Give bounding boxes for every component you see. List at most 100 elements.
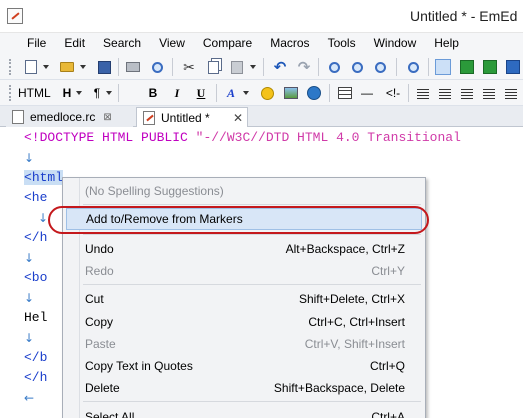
doctype-string: "-//W3C//DTD HTML 4.0 Transitional	[195, 130, 461, 145]
macro-window-button[interactable]	[504, 58, 522, 76]
align-right-button[interactable]	[458, 84, 476, 102]
menu-separator	[83, 204, 421, 205]
table-button[interactable]	[336, 84, 354, 102]
menu-item-add-remove-markers[interactable]: Add to/Remove from Markers	[66, 208, 422, 230]
image-button[interactable]	[282, 84, 300, 102]
comment-button[interactable]: <!-	[380, 84, 406, 102]
toolbar-separator	[172, 58, 173, 76]
toolbar-separator	[396, 58, 397, 76]
html-menu-button[interactable]: HTML	[18, 84, 51, 102]
menu-item-label: Undo	[85, 242, 114, 256]
print-preview-button[interactable]	[148, 58, 166, 76]
tab-pin-icon[interactable]: ⊠	[103, 112, 111, 123]
menu-tools[interactable]: Tools	[319, 33, 365, 54]
selected-word[interactable]: html	[31, 170, 64, 185]
open-dropdown-arrow-icon[interactable]	[80, 65, 86, 69]
paste-button[interactable]	[228, 58, 246, 76]
editor-gutter	[0, 127, 14, 418]
eof-mark: ←	[24, 391, 35, 405]
heading-dropdown-arrow-icon[interactable]	[76, 91, 82, 95]
menu-file[interactable]: File	[18, 33, 55, 54]
menu-search[interactable]: Search	[94, 33, 150, 54]
menu-item-undo[interactable]: Undo Alt+Backspace, Ctrl+Z	[66, 238, 422, 260]
menu-separator	[83, 401, 421, 402]
align-center-button[interactable]	[436, 84, 454, 102]
find-next-button[interactable]	[348, 58, 366, 76]
replace-button[interactable]	[371, 58, 389, 76]
cut-button[interactable]: ✂	[180, 58, 198, 76]
toolbar-grip[interactable]	[9, 85, 12, 101]
menu-item-copy-text-in-quotes[interactable]: Copy Text in Quotes Ctrl+Q	[66, 355, 422, 377]
font-button[interactable]: A	[222, 84, 240, 102]
newline-mark: ↓	[38, 211, 49, 225]
font-dropdown-arrow-icon[interactable]	[243, 91, 249, 95]
view-mode-icon	[435, 59, 451, 75]
print-button[interactable]	[124, 58, 142, 76]
menu-item-label: Add to/Remove from Markers	[86, 212, 243, 226]
tab-emedloce-rc[interactable]: emedloce.rc ⊠	[6, 107, 133, 127]
find-button[interactable]	[325, 58, 343, 76]
save-button[interactable]	[95, 58, 113, 76]
copy-button[interactable]	[204, 58, 222, 76]
menu-item-shortcut: Ctrl+A	[371, 410, 405, 418]
bold-button[interactable]: B	[144, 84, 162, 102]
menu-item-shortcut: Alt+Backspace, Ctrl+Z	[285, 242, 405, 256]
menu-help[interactable]: Help	[425, 33, 468, 54]
editor-line-fragment: <he	[24, 190, 48, 205]
justify-button[interactable]	[480, 84, 498, 102]
replace-icon	[374, 61, 386, 73]
paragraph-dropdown-arrow-icon[interactable]	[106, 91, 112, 95]
tab-untitled[interactable]: Untitled * ✕	[136, 107, 248, 128]
macro-run-icon	[460, 60, 474, 74]
toolbar-separator	[263, 58, 264, 76]
underline-button[interactable]: U	[192, 84, 210, 102]
macro-run-button[interactable]	[458, 58, 476, 76]
menu-edit[interactable]: Edit	[55, 33, 94, 54]
menu-compare[interactable]: Compare	[194, 33, 261, 54]
menu-window[interactable]: Window	[365, 33, 426, 54]
macro-window-icon	[506, 60, 520, 74]
menu-item-label: Copy Text in Quotes	[85, 359, 193, 373]
find-in-files-button[interactable]	[404, 58, 422, 76]
undo-button[interactable]: ↶	[271, 58, 289, 76]
edited-document-icon	[143, 110, 155, 125]
menu-item-copy[interactable]: Copy Ctrl+C, Ctrl+Insert	[66, 311, 422, 333]
menu-item-select-all[interactable]: Select All Ctrl+A	[66, 406, 422, 418]
image-icon	[284, 87, 298, 99]
menu-item-delete[interactable]: Delete Shift+Backspace, Delete	[66, 377, 422, 399]
menu-item-shortcut: Ctrl+V, Shift+Insert	[304, 337, 405, 351]
horizontal-rule-button[interactable]: —	[358, 84, 376, 102]
menu-item-cut[interactable]: Cut Shift+Delete, Ctrl+X	[66, 288, 422, 310]
document-icon	[12, 110, 24, 124]
open-button[interactable]	[58, 58, 76, 76]
menu-item-label: Paste	[85, 337, 116, 351]
emoji-button[interactable]	[258, 84, 276, 102]
new-document-icon	[25, 60, 37, 74]
view-mode-button[interactable]	[434, 58, 452, 76]
italic-button[interactable]: I	[168, 84, 186, 102]
menu-view[interactable]: View	[150, 33, 194, 54]
menu-item-label: Copy	[85, 315, 114, 329]
menu-item-shortcut: Ctrl+C, Ctrl+Insert	[308, 315, 405, 329]
paste-dropdown-arrow-icon[interactable]	[250, 65, 256, 69]
new-dropdown-arrow-icon[interactable]	[43, 65, 49, 69]
editor-line-fragment: </h	[24, 230, 48, 245]
heading-button[interactable]: H	[58, 84, 76, 102]
app-icon[interactable]	[7, 8, 23, 24]
toolbar-separator	[329, 84, 330, 102]
editor-line-fragment: </b	[24, 350, 48, 365]
macro-record-button[interactable]	[481, 58, 499, 76]
link-button[interactable]	[305, 84, 323, 102]
menu-item-shortcut: Shift+Backspace, Delete	[273, 381, 405, 395]
list-button[interactable]	[502, 84, 520, 102]
editor-line-fragment: <bo	[24, 270, 48, 285]
close-icon[interactable]: ✕	[233, 111, 243, 125]
new-file-button[interactable]	[22, 58, 40, 76]
align-left-button[interactable]	[414, 84, 432, 102]
toolbar-grip[interactable]	[9, 59, 12, 75]
redo-button[interactable]: ↷	[295, 58, 313, 76]
align-center-icon	[439, 87, 451, 99]
tag-bracket: <	[24, 170, 32, 185]
menu-macros[interactable]: Macros	[261, 33, 318, 54]
paragraph-button[interactable]: ¶	[88, 84, 106, 102]
